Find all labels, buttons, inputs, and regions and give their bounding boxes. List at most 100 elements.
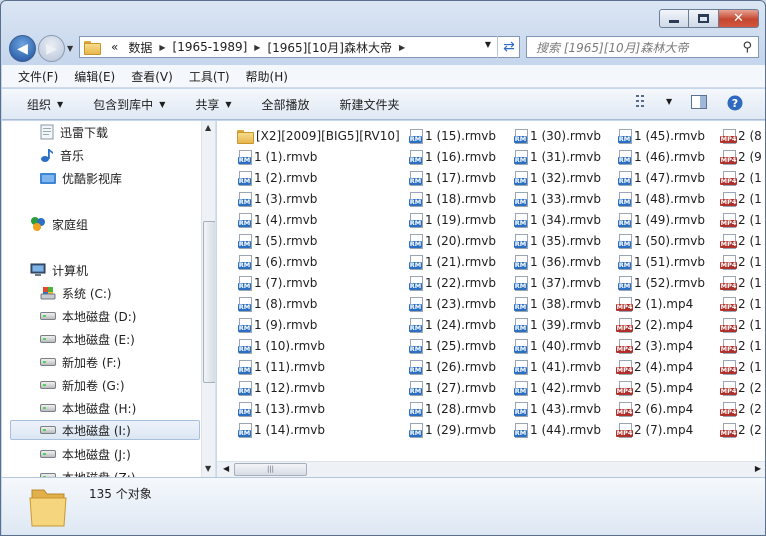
file-item[interactable]: MP4 2 (1: [719, 188, 762, 209]
file-item[interactable]: RM 1 (32).rmvb: [513, 167, 601, 188]
menu-view[interactable]: 查看(V): [131, 68, 173, 85]
file-item[interactable]: RM 1 (35).rmvb: [513, 230, 601, 251]
file-item[interactable]: MP4 2 (2: [719, 398, 762, 419]
file-item[interactable]: RM 1 (22).rmvb: [408, 272, 496, 293]
refresh-button[interactable]: ⇄: [497, 36, 520, 58]
file-item[interactable]: RM 1 (11).rmvb: [237, 356, 400, 377]
nav-item-drive-c[interactable]: 系统 (C:): [40, 283, 112, 303]
share-button[interactable]: 共享 ▼: [195, 96, 231, 113]
file-item[interactable]: RM 1 (2).rmvb: [237, 167, 400, 188]
breadcrumb-item[interactable]: 数据: [128, 39, 152, 56]
file-item[interactable]: RM 1 (4).rmvb: [237, 209, 400, 230]
file-item[interactable]: RM 1 (6).rmvb: [237, 251, 400, 272]
file-item[interactable]: MP4 2 (6).mp4: [615, 398, 705, 419]
file-item[interactable]: RM 1 (14).rmvb: [237, 419, 400, 440]
file-item[interactable]: MP4 2 (2: [719, 377, 762, 398]
file-item[interactable]: MP4 2 (1: [719, 335, 762, 356]
file-item[interactable]: RM 1 (51).rmvb: [617, 251, 705, 272]
breadcrumb-separator-icon[interactable]: ▶: [159, 43, 165, 52]
file-item[interactable]: RM 1 (5).rmvb: [237, 230, 400, 251]
file-item[interactable]: RM 1 (50).rmvb: [617, 230, 705, 251]
nav-item-drive-d[interactable]: 本地磁盘 (D:): [40, 306, 136, 326]
file-item[interactable]: RM 1 (12).rmvb: [237, 377, 400, 398]
file-item[interactable]: RM 1 (36).rmvb: [513, 251, 601, 272]
file-item[interactable]: RM 1 (27).rmvb: [408, 377, 496, 398]
file-item[interactable]: RM 1 (8).rmvb: [237, 293, 400, 314]
file-item[interactable]: RM 1 (47).rmvb: [617, 167, 705, 188]
file-item[interactable]: RM 1 (18).rmvb: [408, 188, 496, 209]
scroll-left-icon[interactable]: ◀: [223, 464, 229, 473]
breadcrumb-overflow[interactable]: «: [111, 40, 118, 54]
file-item[interactable]: RM 1 (9).rmvb: [237, 314, 400, 335]
file-item[interactable]: RM 1 (13).rmvb: [237, 398, 400, 419]
file-item[interactable]: RM 1 (33).rmvb: [513, 188, 601, 209]
scroll-up-icon[interactable]: ▲: [205, 123, 211, 132]
back-button[interactable]: ◀: [9, 35, 36, 62]
nav-item-drive-e[interactable]: 本地磁盘 (E:): [40, 329, 135, 349]
file-item[interactable]: RM 1 (29).rmvb: [408, 419, 496, 440]
address-bar[interactable]: « 数据 ▶ [1965-1989] ▶ [1965][10月]森林大帝 ▶ ▼: [79, 36, 520, 58]
file-item[interactable]: MP4 2 (1).mp4: [615, 293, 705, 314]
menu-file[interactable]: 文件(F): [18, 68, 58, 85]
nav-item-drive-z[interactable]: 本地磁盘 (Z:): [40, 467, 135, 477]
file-item[interactable]: RM 1 (43).rmvb: [513, 398, 601, 419]
file-item[interactable]: RM 1 (44).rmvb: [513, 419, 601, 440]
file-item[interactable]: RM 1 (28).rmvb: [408, 398, 496, 419]
search-icon[interactable]: ⚲: [742, 40, 752, 55]
file-item[interactable]: MP4 2 (9: [719, 146, 762, 167]
breadcrumb-separator-icon[interactable]: ▶: [254, 43, 260, 52]
menu-edit[interactable]: 编辑(E): [74, 68, 115, 85]
file-item[interactable]: MP4 2 (1: [719, 314, 762, 335]
file-item[interactable]: RM 1 (10).rmvb: [237, 335, 400, 356]
file-item[interactable]: MP4 2 (5).mp4: [615, 377, 705, 398]
address-dropdown-icon[interactable]: ▼: [485, 40, 491, 49]
nav-item-drive-h[interactable]: 本地磁盘 (H:): [40, 398, 136, 418]
file-item[interactable]: RM 1 (42).rmvb: [513, 377, 601, 398]
scrollbar-thumb[interactable]: |||: [234, 463, 307, 476]
nav-item-thunder-download[interactable]: 迅雷下载: [40, 122, 108, 142]
close-button[interactable]: ✕: [719, 9, 759, 28]
file-item[interactable]: RM 1 (25).rmvb: [408, 335, 496, 356]
file-item[interactable]: RM 1 (31).rmvb: [513, 146, 601, 167]
nav-item-homegroup[interactable]: 家庭组: [30, 214, 88, 234]
maximize-button[interactable]: [689, 9, 719, 28]
file-item[interactable]: MP4 2 (1: [719, 209, 762, 230]
file-item[interactable]: RM 1 (17).rmvb: [408, 167, 496, 188]
file-item[interactable]: MP4 2 (1: [719, 230, 762, 251]
file-item[interactable]: RM 1 (49).rmvb: [617, 209, 705, 230]
scrollbar-thumb[interactable]: [203, 221, 215, 383]
file-item[interactable]: RM 1 (48).rmvb: [617, 188, 705, 209]
file-item[interactable]: MP4 2 (2).mp4: [615, 314, 705, 335]
nav-item-drive-g[interactable]: 新加卷 (G:): [40, 375, 125, 395]
recent-pages-dropdown[interactable]: ▼: [67, 44, 79, 53]
file-item[interactable]: RM 1 (39).rmvb: [513, 314, 601, 335]
file-item[interactable]: MP4 2 (1: [719, 251, 762, 272]
file-item[interactable]: RM 1 (21).rmvb: [408, 251, 496, 272]
file-item[interactable]: MP4 2 (1: [719, 272, 762, 293]
file-item[interactable]: MP4 2 (1: [719, 293, 762, 314]
file-item[interactable]: RM 1 (34).rmvb: [513, 209, 601, 230]
file-item[interactable]: RM 1 (52).rmvb: [617, 272, 705, 293]
file-item[interactable]: RM 1 (1).rmvb: [237, 146, 400, 167]
file-item[interactable]: MP4 2 (4).mp4: [615, 356, 705, 377]
file-item[interactable]: [X2][2009][BIG5][RV10]: [237, 125, 400, 146]
change-view-button[interactable]: ▼: [636, 95, 672, 107]
nav-item-music[interactable]: 音乐: [40, 145, 84, 165]
play-all-button[interactable]: 全部播放: [262, 96, 310, 113]
forward-button[interactable]: ▶: [38, 35, 65, 62]
nav-item-youku-library[interactable]: 优酷影视库: [40, 168, 122, 188]
file-item[interactable]: RM 1 (19).rmvb: [408, 209, 496, 230]
menu-tools[interactable]: 工具(T): [189, 68, 230, 85]
file-item[interactable]: RM 1 (23).rmvb: [408, 293, 496, 314]
file-item[interactable]: MP4 2 (7).mp4: [615, 419, 705, 440]
scroll-down-icon[interactable]: ▼: [205, 464, 211, 473]
file-item[interactable]: RM 1 (41).rmvb: [513, 356, 601, 377]
file-item[interactable]: RM 1 (15).rmvb: [408, 125, 496, 146]
file-item[interactable]: RM 1 (20).rmvb: [408, 230, 496, 251]
file-item[interactable]: MP4 2 (8: [719, 125, 762, 146]
file-item[interactable]: MP4 2 (1: [719, 356, 762, 377]
file-item[interactable]: RM 1 (30).rmvb: [513, 125, 601, 146]
nav-item-drive-j[interactable]: 本地磁盘 (J:): [40, 444, 131, 464]
nav-item-drive-f[interactable]: 新加卷 (F:): [40, 352, 121, 372]
organize-button[interactable]: 组织 ▼: [27, 96, 63, 113]
